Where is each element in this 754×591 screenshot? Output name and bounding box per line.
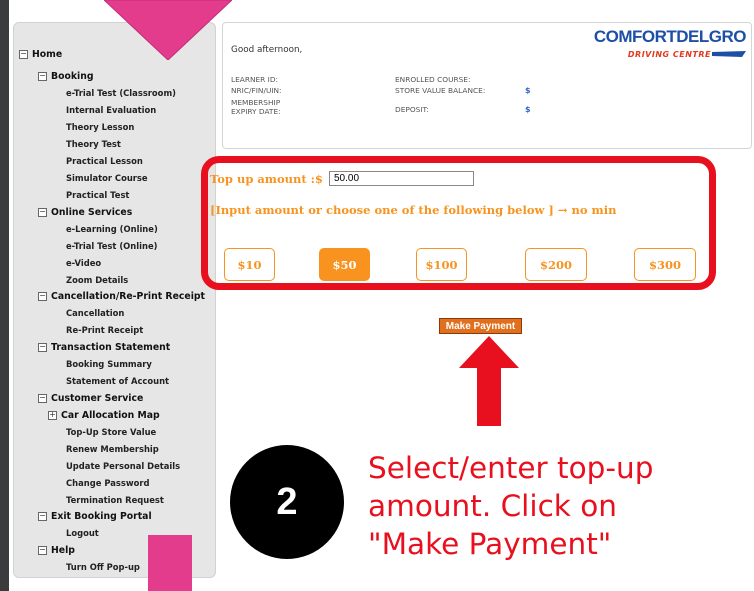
- sidebar-item-label: Booking Summary: [66, 359, 152, 369]
- sidebar-item-renew-membership[interactable]: Renew Membership: [66, 444, 159, 455]
- sidebar-item-label: Theory Test: [66, 139, 121, 149]
- sidebar-item-label: Booking: [51, 71, 94, 82]
- sidebar-item-re-print-receipt[interactable]: Re-Print Receipt: [66, 325, 143, 336]
- make-payment-button[interactable]: Make Payment: [439, 318, 522, 334]
- sidebar-item-exit-booking-portal[interactable]: − Exit Booking Portal: [38, 511, 152, 522]
- sidebar-item-label: Internal Evaluation: [66, 105, 157, 115]
- sidebar-item-transaction-statement[interactable]: − Transaction Statement: [38, 342, 170, 353]
- sidebar-item-online-services[interactable]: − Online Services: [38, 207, 132, 218]
- collapse-icon[interactable]: −: [19, 50, 28, 59]
- sidebar-item-label: Update Personal Details: [66, 461, 181, 471]
- collapse-icon[interactable]: −: [38, 394, 47, 403]
- sidebar-item-label: Practical Lesson: [66, 156, 143, 166]
- collapse-icon[interactable]: −: [38, 292, 47, 301]
- red-up-arrow-icon: [459, 336, 519, 426]
- sidebar-item-label: Zoom Details: [66, 275, 129, 285]
- sidebar-item-statement-of-account[interactable]: Statement of Account: [66, 376, 169, 387]
- sidebar-item-label: Renew Membership: [66, 444, 159, 454]
- sidebar-item-turn-off-pop-up[interactable]: Turn Off Pop-up: [66, 562, 140, 573]
- sidebar-item-label: Help: [51, 545, 75, 556]
- sidebar-item-cancellation-re-print-receipt[interactable]: − Cancellation/Re-Print Receipt: [38, 291, 205, 302]
- sidebar-item-e-learning-online[interactable]: e-Learning (Online): [66, 224, 158, 235]
- sidebar-item-label: Online Services: [51, 207, 133, 218]
- sidebar-item-label: Termination Request: [66, 495, 164, 505]
- sidebar-item-label: e-Video: [66, 258, 102, 268]
- collapse-icon[interactable]: −: [38, 208, 47, 217]
- sidebar-item-practical-test[interactable]: Practical Test: [66, 190, 129, 201]
- sidebar-item-e-video[interactable]: e-Video: [66, 258, 101, 269]
- deposit-label: DEPOSIT:: [395, 105, 429, 114]
- sidebar-item-zoom-details[interactable]: Zoom Details: [66, 275, 128, 286]
- pink-marker-bar: [148, 535, 192, 591]
- sidebar-item-theory-test[interactable]: Theory Test: [66, 139, 121, 150]
- sidebar-item-label: Turn Off Pop-up: [66, 562, 140, 572]
- sidebar-item-e-trial-test-online[interactable]: e-Trial Test (Online): [66, 241, 157, 252]
- sidebar-item-theory-lesson[interactable]: Theory Lesson: [66, 122, 134, 133]
- sidebar-item-simulator-course[interactable]: Simulator Course: [66, 173, 148, 184]
- expand-icon[interactable]: +: [48, 411, 57, 420]
- sidebar-item-update-personal-details[interactable]: Update Personal Details: [66, 461, 180, 472]
- sidebar-item-label: Cancellation: [66, 308, 125, 318]
- sidebar-item-home[interactable]: − Home: [19, 49, 62, 60]
- store-value-label: STORE VALUE BALANCE:: [395, 86, 486, 95]
- instruction-line-2: amount. Click on: [368, 489, 617, 523]
- sidebar-item-termination-request[interactable]: Termination Request: [66, 495, 164, 506]
- sidebar-item-label: e-Learning (Online): [66, 224, 158, 234]
- logo-comfortdelgro: COMFORTDELGRO: [593, 27, 747, 46]
- collapse-icon[interactable]: −: [38, 546, 47, 555]
- sidebar-item-internal-evaluation[interactable]: Internal Evaluation: [66, 105, 156, 116]
- store-value-currency: $: [525, 86, 531, 95]
- sidebar-item-e-trial-test-classroom[interactable]: e-Trial Test (Classroom): [66, 88, 176, 99]
- sidebar-item-label: Re-Print Receipt: [66, 325, 144, 335]
- instruction-text: Select/enter top-up amount. Click on "Ma…: [368, 449, 738, 563]
- sidebar-item-label: e-Trial Test (Online): [66, 241, 158, 251]
- step-number-badge: 2: [230, 445, 344, 559]
- sidebar-item-label: Transaction Statement: [51, 342, 171, 353]
- collapse-icon[interactable]: −: [38, 343, 47, 352]
- deposit-currency: $: [525, 105, 531, 114]
- highlight-box: [201, 156, 716, 290]
- sidebar-item-label: Practical Test: [66, 190, 130, 200]
- sidebar-item-label: Cancellation/Re-Print Receipt: [51, 291, 205, 302]
- instruction-line-1: Select/enter top-up: [368, 451, 654, 485]
- sidebar-item-logout[interactable]: Logout: [66, 528, 99, 539]
- sidebar-nav: − Home − Booking e-Trial Test (Classroom) Int…: [13, 22, 216, 578]
- sidebar-item-label: Theory Lesson: [66, 122, 135, 132]
- sidebar-item-label: Home: [32, 49, 63, 60]
- collapse-icon[interactable]: −: [38, 512, 47, 521]
- collapse-icon[interactable]: −: [38, 72, 47, 81]
- sidebar-item-label: Exit Booking Portal: [51, 511, 152, 522]
- sidebar-item-label: Customer Service: [51, 393, 144, 404]
- sidebar-item-help[interactable]: − Help: [38, 545, 75, 556]
- sidebar-item-label: Top-Up Store Value: [66, 427, 157, 437]
- sidebar-item-booking[interactable]: − Booking: [38, 71, 94, 82]
- sidebar-item-cancellation[interactable]: Cancellation: [66, 308, 124, 319]
- membership-expiry-label: MEMBERSHIP EXPIRY DATE:: [231, 98, 281, 116]
- sidebar-item-label: Car Allocation Map: [61, 410, 160, 421]
- sidebar-item-change-password[interactable]: Change Password: [66, 478, 149, 489]
- sidebar-item-label: e-Trial Test (Classroom): [66, 88, 176, 98]
- sidebar-item-booking-summary[interactable]: Booking Summary: [66, 359, 152, 370]
- instruction-line-3: "Make Payment": [368, 527, 612, 561]
- enrolled-course-label: ENROLLED COURSE:: [395, 75, 471, 84]
- learner-info-card: Good afternoon, LEARNER ID: NRIC/FIN/UIN…: [222, 22, 752, 149]
- nric-label: NRIC/FIN/UIN:: [231, 86, 282, 95]
- sidebar-item-practical-lesson[interactable]: Practical Lesson: [66, 156, 143, 167]
- greeting-text: Good afternoon,: [231, 45, 303, 55]
- sidebar-item-label: Change Password: [66, 478, 150, 488]
- sidebar-item-car-allocation-map[interactable]: + Car Allocation Map: [48, 410, 160, 421]
- sidebar-item-customer-service[interactable]: − Customer Service: [38, 393, 143, 404]
- learner-id-label: LEARNER ID:: [231, 75, 279, 84]
- sidebar-item-top-up-store-value[interactable]: Top-Up Store Value: [66, 427, 156, 438]
- logo-driving-centre: DRIVING CENTRE: [627, 50, 711, 59]
- pink-down-arrow-icon: [104, 0, 232, 60]
- sidebar-item-label: Simulator Course: [66, 173, 148, 183]
- sidebar-item-label: Statement of Account: [66, 376, 170, 386]
- sidebar-item-label: Logout: [66, 528, 99, 538]
- logo-swoosh-icon: [712, 51, 746, 57]
